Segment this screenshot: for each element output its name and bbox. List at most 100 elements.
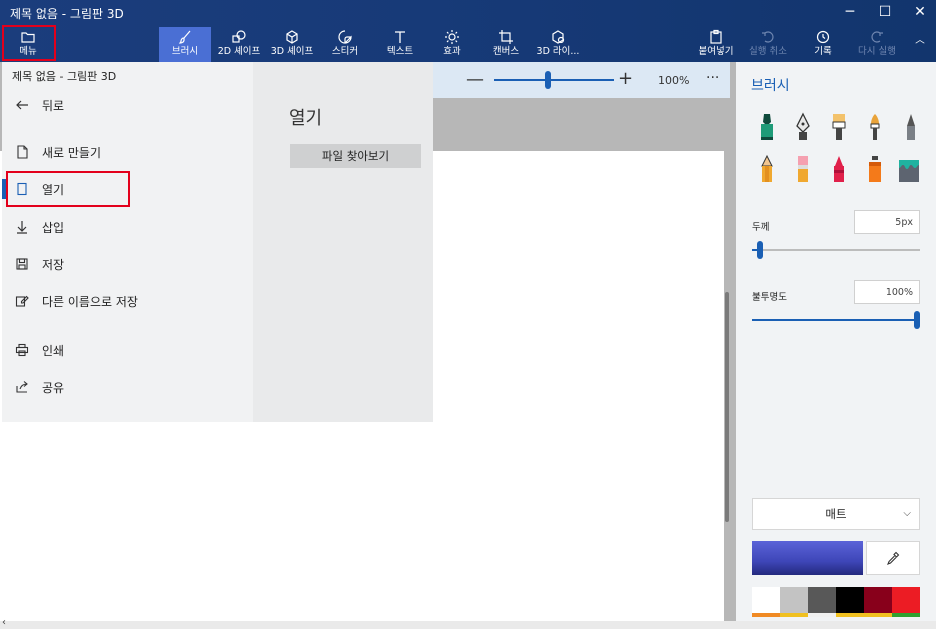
zoom-bar: — + 100% ···	[432, 62, 730, 98]
sticker-button[interactable]: 스티커	[323, 27, 367, 62]
menu-item-open[interactable]: 열기	[2, 174, 253, 204]
palette-swatch[interactable]	[808, 587, 836, 617]
menu-item-save[interactable]: 저장	[2, 249, 253, 279]
3d-library-button[interactable]: 3D 라이...	[535, 27, 581, 62]
opacity-slider-thumb[interactable]	[914, 311, 920, 329]
arrow-left-icon	[14, 97, 30, 113]
opacity-label: 불투명도	[752, 292, 787, 303]
2d-shapes-icon	[232, 30, 246, 43]
palette-swatch[interactable]	[780, 587, 808, 617]
menu-item-label: 인쇄	[42, 343, 65, 358]
2d-shapes-label: 2D 셰이프	[217, 46, 261, 57]
2d-shapes-button[interactable]: 2D 셰이프	[214, 27, 264, 62]
menu-item-print[interactable]: 인쇄	[2, 335, 253, 365]
vertical-scrollbar[interactable]	[725, 292, 729, 522]
menu-item-back[interactable]: 뒤로	[2, 90, 253, 120]
palette-swatch[interactable]	[836, 587, 864, 617]
paste-button[interactable]: 붙여넣기	[695, 27, 737, 62]
selected-color-swatch[interactable]	[752, 541, 863, 575]
open-panel: 열기 파일 찾아보기	[253, 62, 433, 422]
menu-item-label: 새로 만들기	[42, 145, 102, 160]
close-button[interactable]: ✕	[902, 0, 936, 24]
3d-library-label: 3D 라이...	[536, 46, 580, 57]
palette-swatch[interactable]	[752, 587, 780, 617]
menu-label: 메뉴	[19, 46, 37, 57]
menu-item-save-as[interactable]: 다른 이름으로 저장	[2, 286, 253, 316]
canvas-button[interactable]: 캔버스	[482, 27, 530, 62]
zoom-slider-track[interactable]	[494, 79, 614, 81]
calligraphy-pen-icon[interactable]	[790, 112, 816, 142]
more-options-button[interactable]: ···	[706, 70, 719, 86]
marker-icon[interactable]	[754, 112, 780, 142]
open-file-icon	[14, 181, 30, 197]
undo-label: 실행 취소	[749, 46, 787, 57]
palette-swatch[interactable]	[864, 587, 892, 617]
window-title: 제목 없음 - 그림판 3D	[10, 7, 124, 21]
menu-item-label: 삽입	[42, 220, 65, 235]
eyedropper-icon	[887, 551, 900, 565]
thickness-slider-thumb[interactable]	[756, 241, 763, 259]
cube-icon	[286, 30, 298, 44]
save-as-icon	[14, 293, 30, 309]
text-button[interactable]: 텍스트	[378, 27, 422, 62]
opacity-input[interactable]: 100%	[854, 280, 920, 304]
menu-item-insert[interactable]: 삽입	[2, 212, 253, 242]
canvas-label: 캔버스	[492, 46, 520, 57]
eyedropper-button[interactable]	[866, 541, 920, 575]
palette-swatch[interactable]	[892, 587, 920, 617]
crop-icon	[499, 30, 513, 44]
browse-files-button[interactable]: 파일 찾아보기	[290, 144, 421, 168]
fill-bucket-icon[interactable]	[896, 154, 922, 184]
zoom-value[interactable]: 100%	[658, 74, 689, 87]
brush-tool-button[interactable]: 브러시	[159, 27, 211, 62]
effects-button[interactable]: 효과	[432, 27, 472, 62]
redo-label: 다시 실행	[858, 46, 896, 57]
zoom-slider-thumb[interactable]	[545, 71, 552, 89]
menu-item-share[interactable]: 공유	[2, 372, 253, 402]
finish-value: 매트	[825, 507, 847, 521]
redo-icon	[871, 31, 883, 43]
maximize-button[interactable]: ☐	[867, 0, 903, 24]
sticker-icon	[338, 30, 352, 44]
redo-button[interactable]: 다시 실행	[850, 27, 904, 62]
zoom-out-button[interactable]: —	[466, 69, 484, 90]
sun-icon	[445, 30, 459, 44]
menu-item-label: 공유	[42, 380, 65, 395]
crayon-icon[interactable]	[826, 154, 852, 184]
eraser-icon[interactable]	[790, 154, 816, 184]
scroll-left-arrow[interactable]: ‹	[2, 617, 6, 628]
thickness-slider-track[interactable]	[752, 249, 920, 251]
finish-dropdown[interactable]: 매트 ⌵	[752, 498, 920, 530]
menu-title: 제목 없음 - 그림판 3D	[12, 70, 117, 83]
menu-button[interactable]: 메뉴	[4, 27, 52, 62]
3d-shapes-button[interactable]: 3D 셰이프	[268, 27, 316, 62]
3d-library-icon	[552, 30, 565, 44]
menu-item-label: 저장	[42, 257, 65, 272]
spray-can-icon[interactable]	[862, 154, 888, 184]
thickness-label: 두께	[752, 222, 770, 233]
pixel-pen-icon[interactable]	[898, 112, 924, 142]
printer-icon	[14, 342, 30, 358]
oil-brush-icon[interactable]	[826, 112, 852, 142]
zoom-in-button[interactable]: +	[618, 68, 633, 89]
history-button[interactable]: 기록	[806, 27, 840, 62]
menu-item-new[interactable]: 새로 만들기	[2, 137, 253, 167]
brush-label: 브러시	[171, 46, 199, 57]
horizontal-scrollbar[interactable]: ‹	[0, 617, 936, 629]
new-file-icon	[14, 144, 30, 160]
folder-icon	[21, 32, 35, 43]
watercolor-icon[interactable]	[862, 112, 888, 142]
brush-sidebar: 브러시 두께 5px 불투명도 100% 매트 ⌵	[736, 62, 936, 621]
undo-icon	[762, 31, 774, 43]
thickness-input[interactable]: 5px	[854, 210, 920, 234]
undo-button[interactable]: 실행 취소	[744, 27, 792, 62]
opacity-slider-track[interactable]	[752, 319, 920, 321]
active-item-indicator	[2, 179, 6, 199]
minimize-button[interactable]: ─	[832, 0, 868, 24]
paste-label: 붙여넣기	[698, 46, 734, 57]
3d-shapes-label: 3D 셰이프	[270, 46, 314, 57]
text-icon	[395, 31, 405, 43]
pencil-icon[interactable]	[754, 154, 780, 184]
title-toolbar: 제목 없음 - 그림판 3D ─ ☐ ✕ 메뉴 브러시 2D 셰이프 3D 셰이…	[0, 0, 936, 62]
open-heading: 열기	[289, 108, 323, 129]
